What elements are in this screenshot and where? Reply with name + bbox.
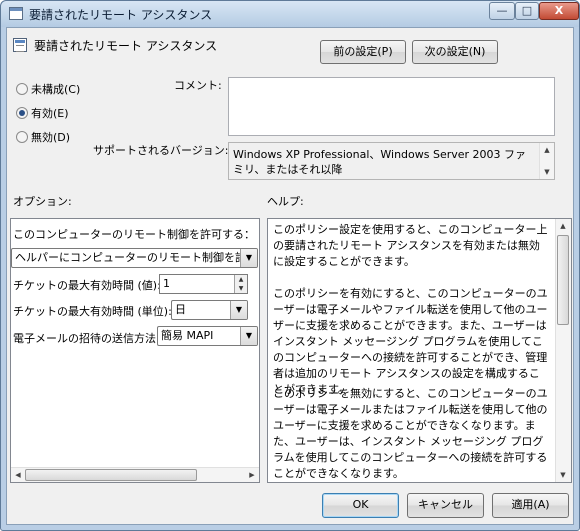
- chevron-down-icon[interactable]: ▼: [230, 301, 247, 319]
- ok-button[interactable]: OK: [322, 493, 399, 518]
- radio-disabled-label[interactable]: 無効(D): [31, 129, 70, 145]
- policy-name: 要請されたリモート アシスタンス: [34, 39, 218, 53]
- title-bar[interactable]: 要請されたリモート アシスタンス — □ X: [1, 1, 579, 27]
- permit-remote-control-select[interactable]: ヘルパーにコンピューターのリモート制御を許可す ▼: [11, 248, 258, 268]
- stepper-down-icon[interactable]: ▼: [235, 284, 247, 293]
- max-ticket-time-unit-select[interactable]: 日 ▼: [171, 300, 248, 320]
- supported-on-label: サポートされるバージョン:: [93, 144, 229, 157]
- email-invite-method-value: 簡易 MAPI: [161, 329, 214, 342]
- cancel-button[interactable]: キャンセル: [407, 493, 484, 518]
- radio-enabled-label[interactable]: 有効(E): [31, 105, 69, 121]
- help-paragraph: このポリシーを有効にすると、このコンピューターのユーザーは電子メールやファイル転…: [273, 287, 548, 396]
- minimize-button[interactable]: —: [489, 2, 515, 20]
- stepper-up-icon[interactable]: ▲: [235, 275, 247, 284]
- comment-field[interactable]: [228, 77, 555, 136]
- max-ticket-time-value-label: チケットの最大有効時間 (値):: [13, 279, 161, 292]
- options-pane: このコンピューターのリモート制御を許可する： ヘルパーにコンピューターのリモート…: [10, 218, 260, 483]
- scroll-up-arrow-icon[interactable]: ▲: [556, 219, 570, 233]
- radio-not-configured[interactable]: [16, 83, 28, 95]
- scroll-down-arrow-icon[interactable]: ▼: [540, 165, 554, 179]
- scroll-up-arrow-icon[interactable]: ▲: [540, 143, 554, 157]
- supported-on-field[interactable]: Windows XP Professional、Windows Server 2…: [228, 142, 555, 180]
- permit-remote-control-value: ヘルパーにコンピューターのリモート制御を許可す: [15, 251, 258, 264]
- scroll-left-arrow-icon[interactable]: ◀: [11, 468, 25, 482]
- next-setting-button[interactable]: 次の設定(N): [412, 40, 498, 64]
- supported-scrollbar[interactable]: ▲ ▼: [539, 143, 554, 179]
- radio-enabled[interactable]: [16, 107, 28, 119]
- max-ticket-time-unit-value: 日: [175, 303, 186, 316]
- close-button[interactable]: X: [539, 2, 579, 20]
- help-scrollbar[interactable]: ▲ ▼: [555, 219, 571, 482]
- help-scroll-thumb[interactable]: [557, 235, 569, 325]
- help-paragraph: このポリシーを無効にすると、このコンピューターのユーザーは電子メールまたはファイ…: [273, 387, 548, 480]
- policy-dialog-window: 要請されたリモート アシスタンス — □ X 要請されたリモート アシスタンス …: [0, 0, 580, 531]
- permit-remote-control-label: このコンピューターのリモート制御を許可する：: [13, 228, 255, 241]
- policy-setting-icon: [9, 7, 23, 20]
- radio-not-configured-label[interactable]: 未構成(C): [31, 81, 80, 97]
- horizontal-scroll-thumb[interactable]: [25, 469, 197, 481]
- scroll-right-arrow-icon[interactable]: ▶: [245, 468, 259, 482]
- dialog-client-area: 要請されたリモート アシスタンス 前の設定(P) 次の設定(N) 未構成(C) …: [6, 27, 574, 525]
- maximize-button[interactable]: □: [515, 2, 539, 20]
- previous-setting-button[interactable]: 前の設定(P): [320, 40, 406, 64]
- help-paragraph: このポリシー設定を使用すると、このコンピューター上の要請されたリモート アシスタ…: [273, 223, 548, 268]
- help-heading: ヘルプ:: [267, 195, 304, 208]
- comment-label: コメント:: [174, 79, 222, 92]
- stepper-buttons[interactable]: ▲ ▼: [234, 275, 247, 293]
- max-ticket-time-unit-label: チケットの最大有効時間 (単位):: [13, 305, 172, 318]
- email-invite-method-select[interactable]: 簡易 MAPI ▼: [157, 326, 258, 346]
- options-heading: オプション:: [13, 195, 72, 208]
- max-ticket-time-value-stepper[interactable]: 1 ▲ ▼: [159, 274, 248, 294]
- options-horizontal-scrollbar[interactable]: ◀ ▶: [11, 467, 259, 482]
- max-ticket-time-value: 1: [163, 277, 170, 290]
- window-title: 要請されたリモート アシスタンス: [29, 8, 213, 22]
- chevron-down-icon[interactable]: ▼: [240, 327, 257, 345]
- scroll-down-arrow-icon[interactable]: ▼: [556, 468, 570, 482]
- supported-on-value: Windows XP Professional、Windows Server 2…: [233, 148, 527, 176]
- help-pane: このポリシー設定を使用すると、このコンピューター上の要請されたリモート アシスタ…: [267, 218, 572, 483]
- email-invite-method-label: 電子メールの招待の送信方法:: [13, 332, 160, 345]
- policy-setting-icon: [13, 38, 27, 52]
- radio-disabled[interactable]: [16, 131, 28, 143]
- apply-button[interactable]: 適用(A): [492, 493, 569, 518]
- chevron-down-icon[interactable]: ▼: [240, 249, 257, 267]
